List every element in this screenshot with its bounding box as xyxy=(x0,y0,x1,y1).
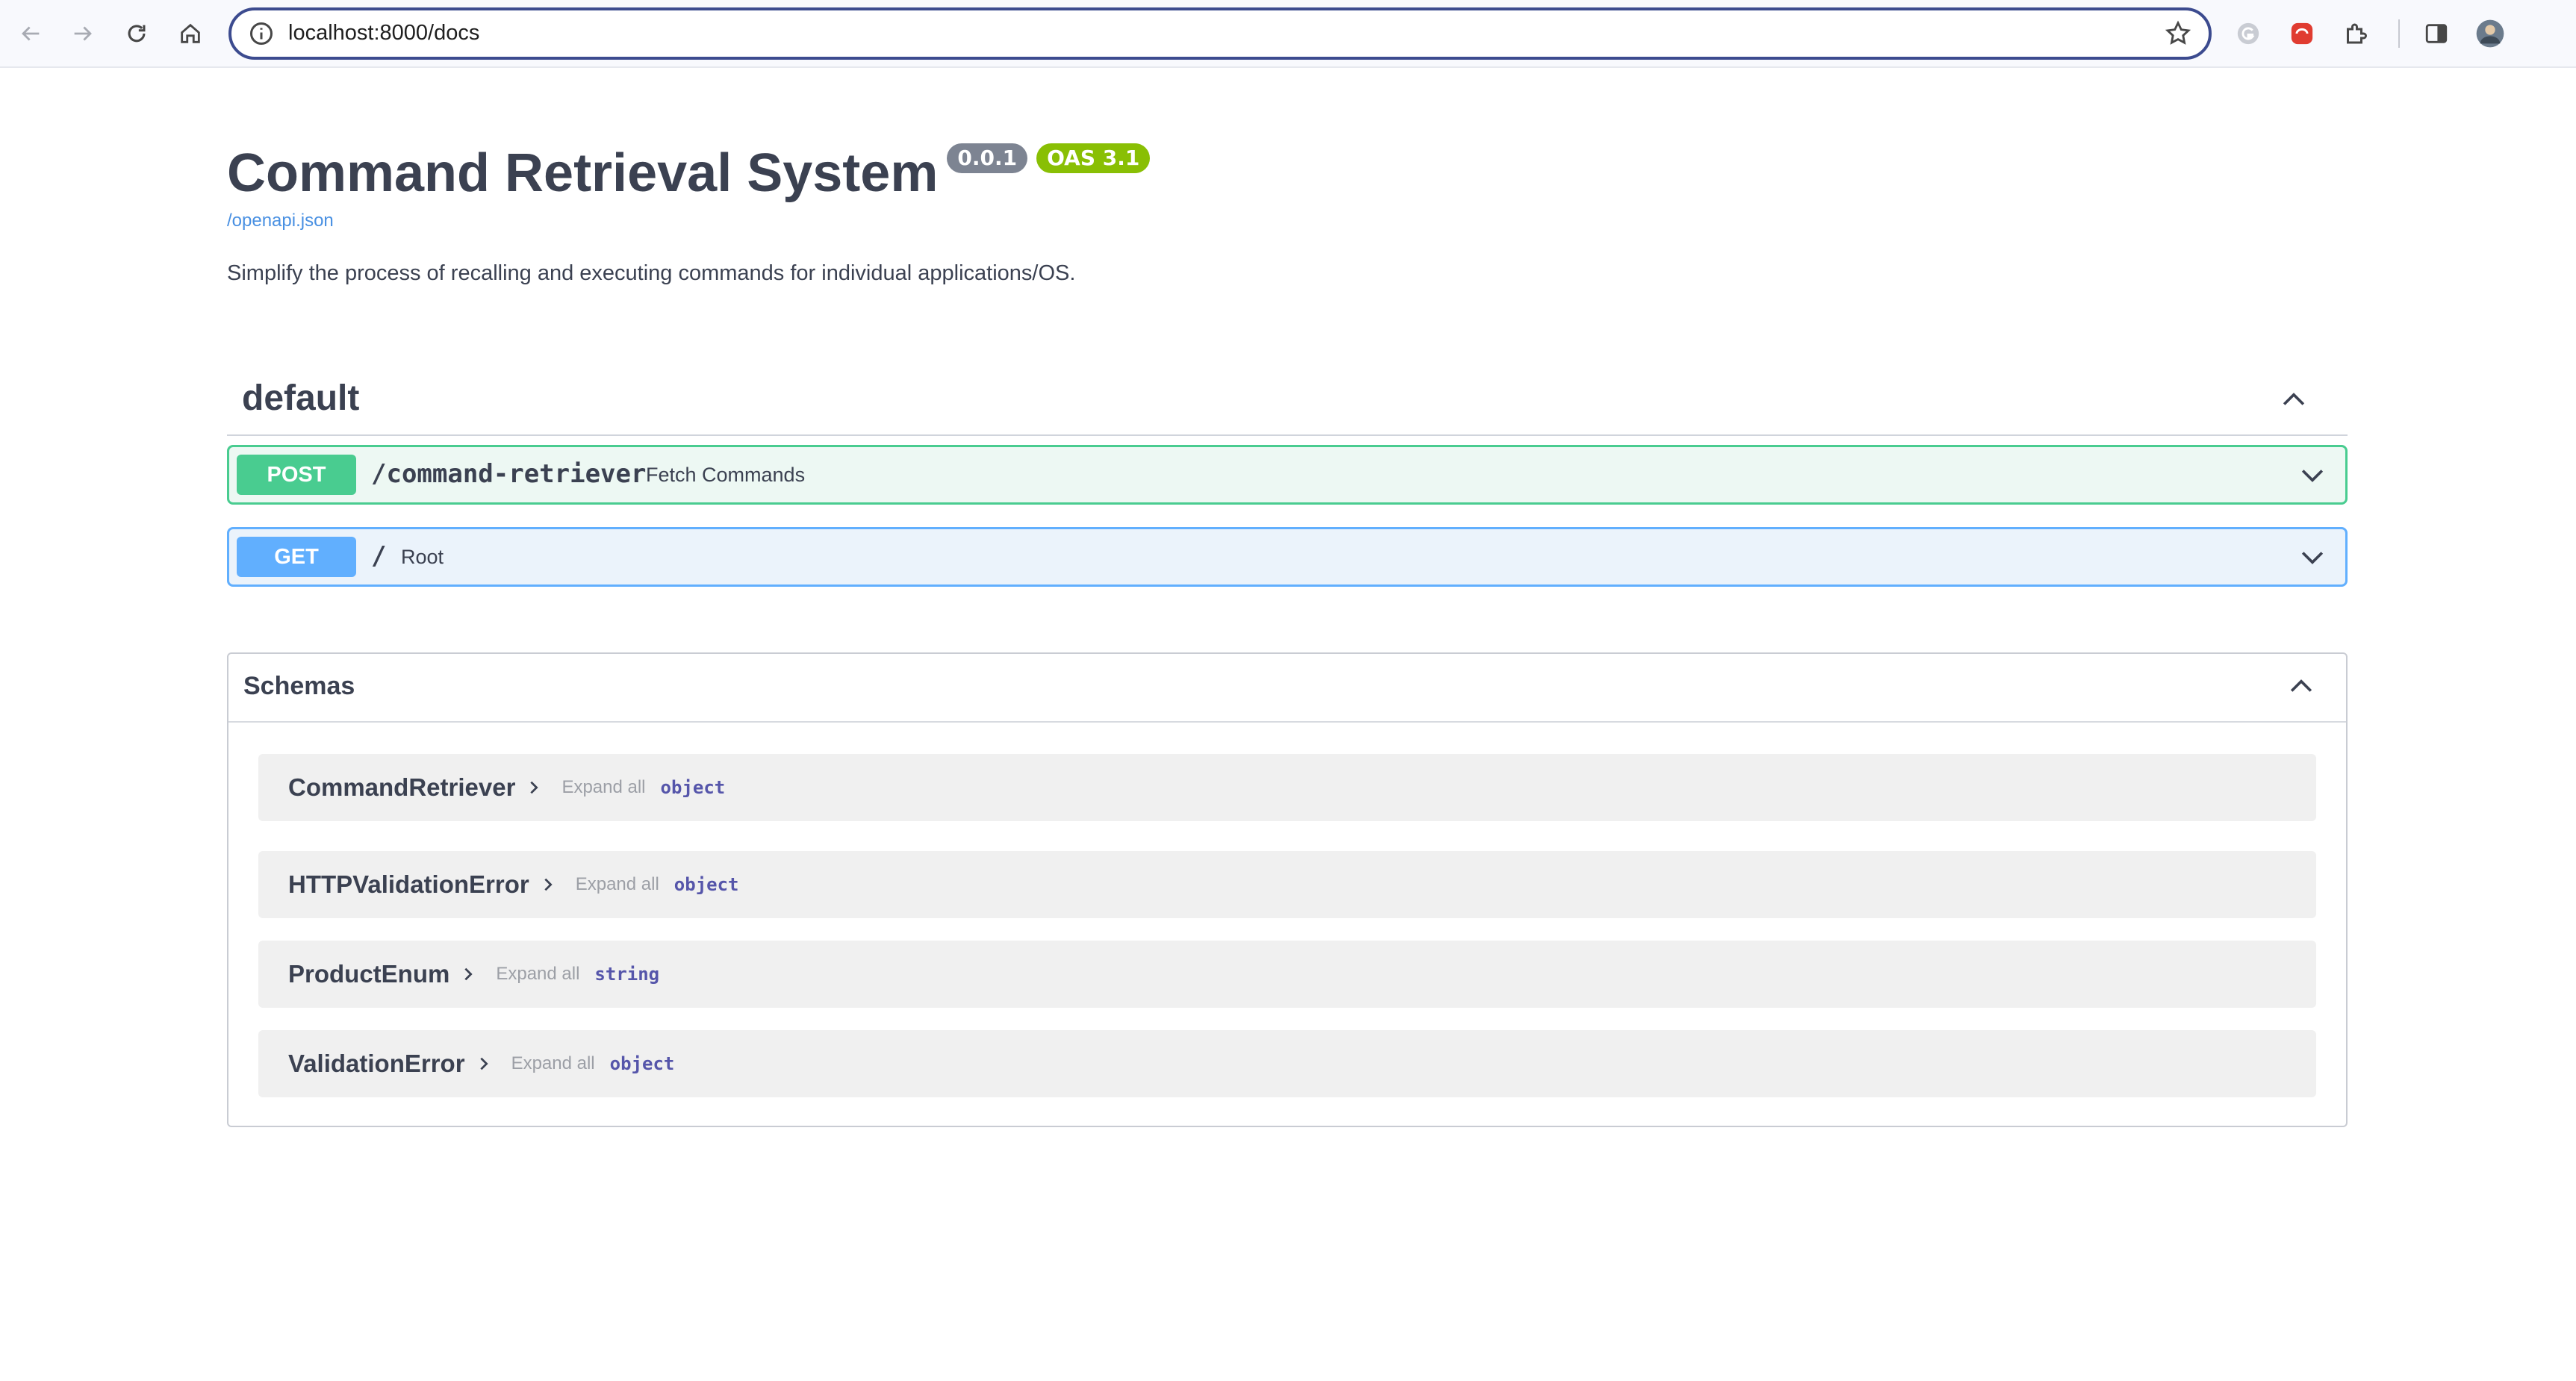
oas-badge: OAS 3.1 xyxy=(1036,143,1151,173)
side-panel-icon[interactable] xyxy=(2421,18,2452,49)
chevron-down-icon[interactable] xyxy=(2296,540,2329,573)
schema-name[interactable]: CommandRetriever xyxy=(288,773,515,802)
schema-row[interactable]: CommandRetriever Expand all object xyxy=(258,754,2316,821)
forward-arrow-icon[interactable] xyxy=(64,15,102,52)
chevron-up-icon[interactable] xyxy=(2285,670,2318,703)
address-bar[interactable]: localhost:8000/docs xyxy=(228,7,2212,60)
operation-get-root[interactable]: GET / Root xyxy=(227,527,2348,587)
url-text[interactable]: localhost:8000/docs xyxy=(288,21,479,46)
schema-type: object xyxy=(609,1053,675,1074)
method-badge-post: POST xyxy=(237,455,356,495)
reload-icon[interactable] xyxy=(118,15,155,52)
browser-toolbar: localhost:8000/docs xyxy=(0,0,2576,68)
schema-name[interactable]: ProductEnum xyxy=(288,960,449,988)
api-title-block: Command Retrieval System 0.0.1 OAS 3.1 xyxy=(227,140,1151,206)
chevron-right-icon[interactable] xyxy=(540,876,556,893)
operation-summary: Root xyxy=(401,546,444,568)
puzzle-extensions-icon[interactable] xyxy=(2340,18,2371,49)
expand-all-link[interactable]: Expand all xyxy=(576,874,659,895)
extension-red-icon[interactable] xyxy=(2286,18,2318,49)
bookmark-star-icon[interactable] xyxy=(2164,19,2192,48)
version-badge: 0.0.1 xyxy=(947,143,1028,173)
chevron-right-icon[interactable] xyxy=(476,1056,492,1072)
chevron-right-icon[interactable] xyxy=(526,779,542,796)
schema-name[interactable]: HTTPValidationError xyxy=(288,870,529,899)
operation-summary: Fetch Commands xyxy=(646,464,806,486)
extension-g-icon[interactable] xyxy=(2233,18,2264,49)
schema-row[interactable]: HTTPValidationError Expand all object xyxy=(258,851,2316,918)
schemas-title: Schemas xyxy=(243,672,355,700)
method-badge-get: GET xyxy=(237,537,356,577)
tag-title: default xyxy=(242,378,360,418)
toolbar-divider xyxy=(2398,19,2400,48)
profile-avatar-icon[interactable] xyxy=(2474,18,2506,49)
schemas-header[interactable]: Schemas xyxy=(228,654,2346,723)
chevron-down-icon[interactable] xyxy=(2296,458,2329,491)
openapi-json-link[interactable]: /openapi.json xyxy=(227,211,334,231)
chevron-up-icon[interactable] xyxy=(2277,384,2310,417)
schemas-section: Schemas CommandRetriever Expand all obje… xyxy=(227,652,2348,1127)
operation-path: / xyxy=(371,541,387,571)
expand-all-link[interactable]: Expand all xyxy=(561,777,645,798)
back-arrow-icon[interactable] xyxy=(12,15,49,52)
site-info-icon[interactable] xyxy=(248,20,275,47)
api-description: Simplify the process of recalling and ex… xyxy=(227,261,1076,285)
operation-post-command-retriever[interactable]: POST /command-retriever Fetch Commands xyxy=(227,445,2348,505)
schema-type: object xyxy=(660,777,726,798)
chevron-right-icon[interactable] xyxy=(460,966,476,982)
expand-all-link[interactable]: Expand all xyxy=(511,1053,595,1074)
operation-path: /command-retriever xyxy=(371,459,647,489)
schema-type: object xyxy=(673,874,739,895)
home-icon[interactable] xyxy=(172,15,209,52)
expand-all-link[interactable]: Expand all xyxy=(496,964,579,985)
schema-row[interactable]: ProductEnum Expand all string xyxy=(258,941,2316,1008)
schema-name[interactable]: ValidationError xyxy=(288,1050,465,1078)
tag-section-default[interactable]: default xyxy=(227,370,2348,436)
schema-row[interactable]: ValidationError Expand all object xyxy=(258,1030,2316,1097)
page-title: Command Retrieval System xyxy=(227,143,939,203)
schema-type: string xyxy=(594,964,660,985)
